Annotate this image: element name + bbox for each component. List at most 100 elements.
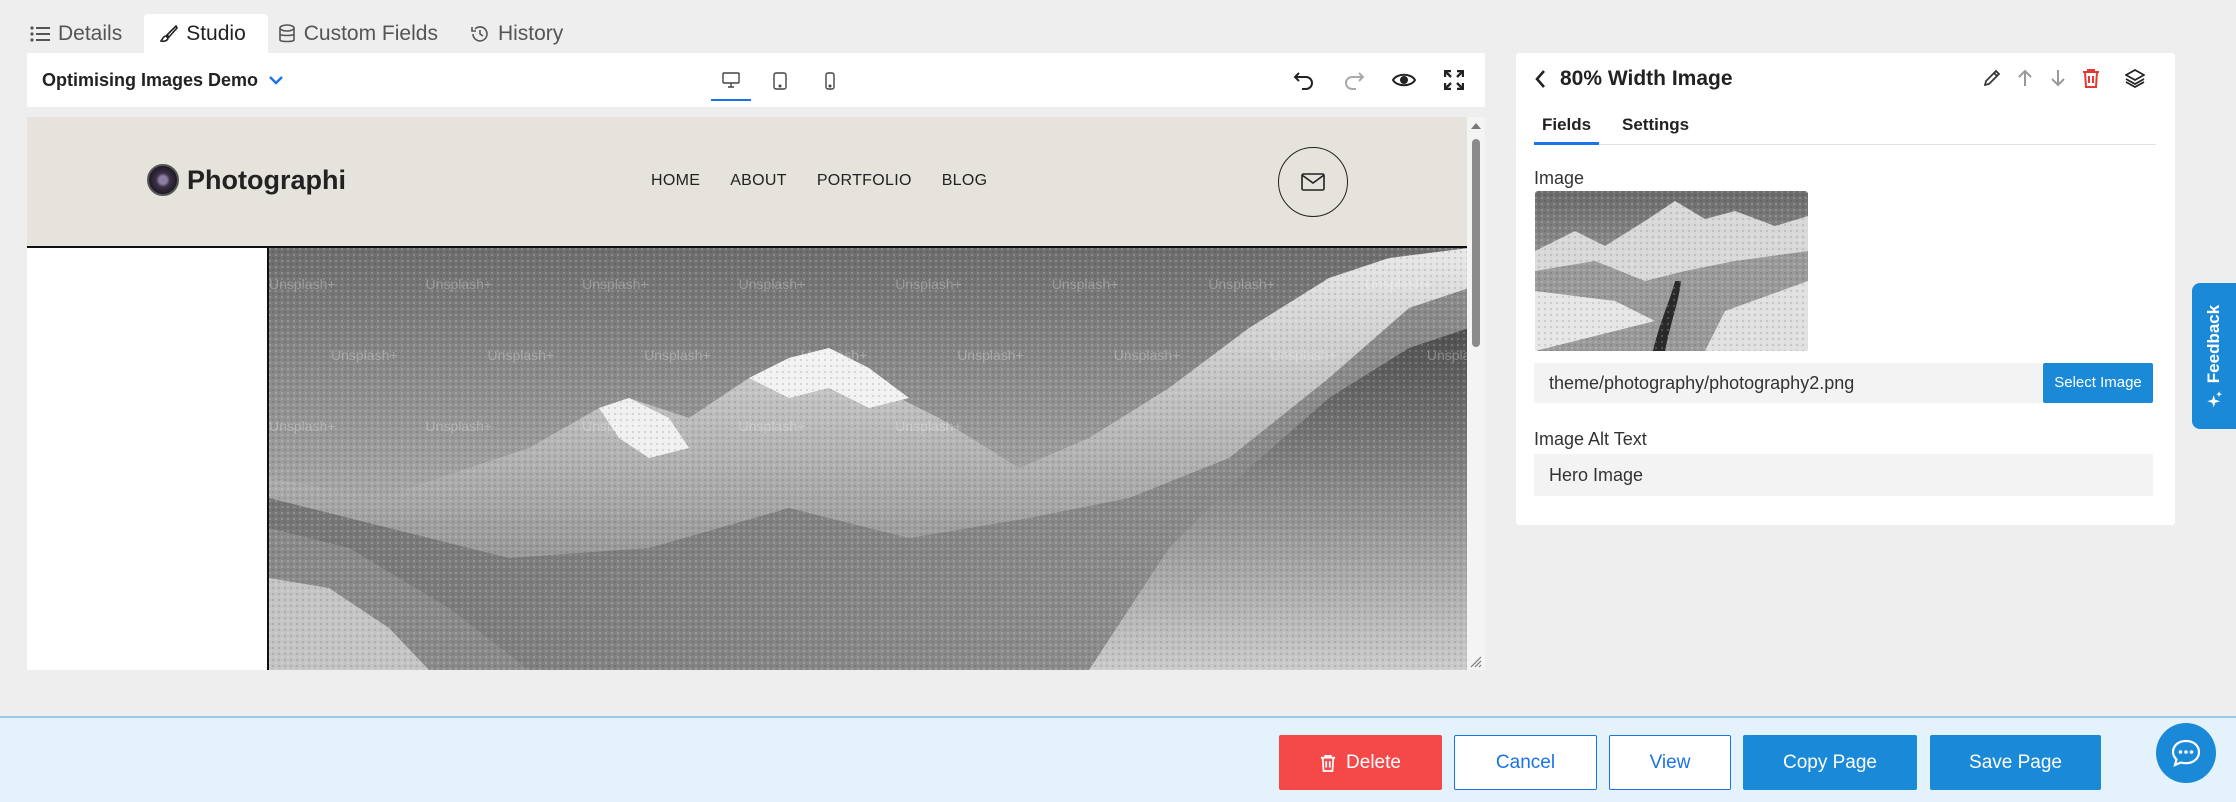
watermark-text: Unsplash+ [269,276,336,292]
preview-eye-icon [1392,72,1416,88]
editor-tabs: Details Studio Custom Fields History [20,14,585,54]
envelope-icon [1301,173,1325,191]
alt-text-label: Image Alt Text [1534,429,1647,449]
watermark-text: Unsplash+ [487,347,555,363]
arrow-up-icon [2017,68,2033,88]
tab-details[interactable]: Details [20,14,144,54]
trash-icon [2082,68,2100,88]
cancel-button-label: Cancel [1495,751,1556,773]
undo-icon [1293,70,1315,90]
watermark-text: Unsplash+ [331,347,398,363]
tab-history[interactable]: History [460,14,585,54]
watermark-row-2: Unsplash+ Unsplash+ Unsplash+ Unsplash+ … [331,347,1467,363]
panel-header: 80% Width Image [1534,67,1733,91]
watermark-text: Unsplash+ [1364,276,1432,292]
site-nav-home[interactable]: HOME [651,172,700,190]
tab-studio-label: Studio [186,22,246,45]
delete-button-label: Delete [1346,751,1401,773]
edit-button[interactable] [1977,63,2007,93]
tab-history-label: History [497,22,564,45]
hero-image-block[interactable]: Unsplash+ Unsplash+ Unsplash+ Unsplash+ … [267,248,1467,670]
camera-lens-icon [147,164,179,196]
mobile-view-button[interactable] [810,61,850,101]
tab-studio[interactable]: Studio [144,14,268,54]
watermark-text: Unsplash+ [957,347,1024,363]
tab-settings[interactable]: Settings [1614,109,1697,145]
watermark-text: Unsplash+ [1113,347,1181,363]
watermark-text: Unsplash+ [800,347,868,363]
chevron-down-icon [268,75,284,85]
watermark-text: Unsplash+ [1051,276,1119,292]
canvas-scrollbar[interactable] [1467,117,1485,670]
back-chevron-icon[interactable] [1534,69,1546,89]
watermark-text: Unsplash+ [425,276,493,292]
site-nav-about[interactable]: ABOUT [730,172,787,190]
arrow-down-icon [2050,68,2066,88]
studio-canvas[interactable]: Photographi HOME ABOUT PORTFOLIO BLOG Un… [27,117,1485,670]
panel-title: 80% Width Image [1560,67,1733,90]
layers-icon [2125,68,2145,88]
chat-button[interactable] [2156,723,2216,783]
view-button-label: View [1649,751,1691,773]
road-mountain-thumbnail [1535,191,1808,351]
tab-fields[interactable]: Fields [1534,109,1600,145]
watermark-text: Unsplash+ [895,418,962,434]
feedback-label: Feedback [2204,304,2223,384]
site-logo[interactable]: Photographi [147,164,346,196]
feedback-tab[interactable]: Feedback [2192,283,2236,429]
copy-page-button-label: Copy Page [1782,751,1877,773]
save-page-button[interactable]: Save Page [1930,735,2101,790]
site-logo-text: Photographi [187,164,346,195]
move-down-button[interactable] [2043,63,2073,93]
fullscreen-icon [1444,70,1464,90]
watermark-text: Unsplash+ [1426,347,1467,363]
image-path-input[interactable]: theme/photography/photography2.png [1534,363,2042,403]
desktop-icon [722,72,740,88]
layers-button[interactable] [2120,63,2150,93]
mobile-icon [825,72,835,90]
scroll-thumb[interactable] [1472,139,1480,347]
resize-handle-icon[interactable] [1470,656,1482,668]
tab-custom-fields[interactable]: Custom Fields [268,14,460,54]
redo-button[interactable] [1337,63,1371,97]
brush-icon [160,25,179,43]
tablet-view-button[interactable] [760,61,800,101]
watermark-row-1: Unsplash+ Unsplash+ Unsplash+ Unsplash+ … [269,276,1467,292]
tablet-icon [773,72,787,90]
delete-block-button[interactable] [2076,63,2106,93]
history-icon [470,24,490,44]
scroll-up-arrow-icon[interactable] [1467,117,1485,135]
view-button[interactable]: View [1609,735,1731,790]
select-image-button[interactable]: Select Image [2043,363,2153,403]
page-selector[interactable]: Optimising Images Demo [42,53,284,107]
desktop-view-button[interactable] [711,61,751,101]
save-page-button-label: Save Page [1969,751,2062,773]
image-thumbnail[interactable] [1535,191,1808,351]
contact-mail-button[interactable] [1278,147,1348,217]
hero-mountain-image [269,248,1467,670]
block-settings-panel: 80% Width Image Fields Settings Image th… [1516,53,2175,525]
tab-custom-fields-label: Custom Fields [303,22,438,45]
site-header: Photographi HOME ABOUT PORTFOLIO BLOG [27,117,1467,248]
undo-button[interactable] [1287,63,1321,97]
pencil-icon [1982,68,2002,88]
watermark-row-3: Unsplash+ Unsplash+ Unsplash+ Unsplash+ … [269,418,1467,434]
cancel-button[interactable]: Cancel [1454,735,1597,790]
watermark-text: Unsplash+ [738,418,806,434]
site-nav-portfolio[interactable]: PORTFOLIO [817,172,912,190]
site-nav-blog[interactable]: BLOG [942,172,988,190]
database-icon [278,24,296,44]
fullscreen-button[interactable] [1437,63,1471,97]
studio-toolbar: Optimising Images Demo [27,53,1485,107]
watermark-text: Unsplash+ [895,276,962,292]
sparkle-icon [2206,391,2222,408]
image-field-label: Image [1534,168,1585,188]
tab-details-label: Details [58,22,123,45]
preview-button[interactable] [1387,63,1421,97]
alt-text-input[interactable]: Hero Image [1534,454,2153,496]
move-up-button[interactable] [2010,63,2040,93]
watermark-text: Unsplash+ [1208,276,1275,292]
delete-button[interactable]: Delete [1279,735,1442,790]
copy-page-button[interactable]: Copy Page [1743,735,1917,790]
list-icon [30,26,50,42]
